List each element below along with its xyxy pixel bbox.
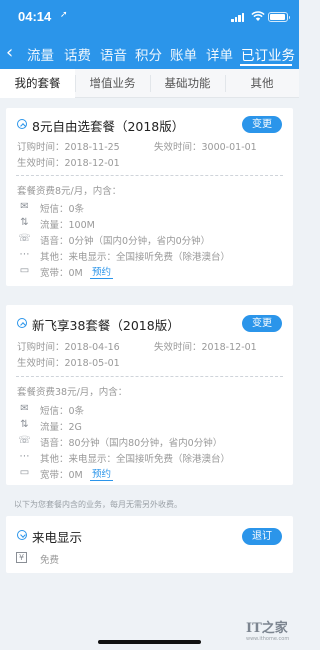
service-title: 来电显示 <box>32 530 83 545</box>
plan-card: 8元自由选套餐（2018版） 变更 订购时间：2018-11-25 失效时间：3… <box>6 108 293 286</box>
other-services: 其他：来电显示：全国接听免费（除港澳台） <box>40 454 231 465</box>
plan-fee: 套餐资费8元/月，内含： <box>17 186 122 197</box>
change-plan-button[interactable]: 变更 <box>242 116 282 133</box>
plan-fee: 套餐资费38元/月，内含： <box>17 387 128 398</box>
sub-tabs: 我的套餐 增值业务 基础功能 其他 <box>0 69 299 98</box>
reserve-link[interactable]: 预约 <box>90 466 114 481</box>
header-bar: 04:14 ➚ ‹ 流量 话费 语音 积分 账单 详单 已订业务 <box>0 0 299 69</box>
tab-my-plan[interactable]: 我的套餐 <box>0 69 75 98</box>
data-icon: ⇅ <box>20 217 29 228</box>
top-nav: ‹ 流量 话费 语音 积分 账单 详单 已订业务 <box>0 40 299 66</box>
battery-icon <box>268 12 290 22</box>
nav-item-subscribed[interactable]: 已订业务 <box>241 44 295 64</box>
status-time: 04:14 <box>18 9 52 24</box>
phone-icon: ☏ <box>18 435 31 446</box>
effective-time: 生效时间：2018-12-01 <box>17 158 120 169</box>
wifi-icon <box>251 11 265 25</box>
unsubscribe-button[interactable]: 退订 <box>242 528 282 545</box>
effective-time: 生效时间：2018-05-01 <box>17 358 120 369</box>
sms-icon: ✉ <box>20 403 29 414</box>
reserve-link[interactable]: 预约 <box>90 264 114 279</box>
nav-item-detail[interactable]: 详单 <box>206 44 233 64</box>
watermark-url: www.ithome.com <box>246 636 290 642</box>
plan-card: 新飞享38套餐（2018版） 变更 订购时间：2018-04-16 失效时间：2… <box>6 305 293 485</box>
change-plan-button[interactable]: 变更 <box>242 315 282 332</box>
nav-item-bill[interactable]: 账单 <box>170 44 197 64</box>
tab-value-added[interactable]: 增值业务 <box>75 69 150 98</box>
data-icon: ⇅ <box>20 419 29 430</box>
plan-title: 8元自由选套餐（2018版） <box>32 119 185 134</box>
included-service-card: 来电显示 退订 ¥ 免费 <box>6 516 293 573</box>
tab-other[interactable]: 其他 <box>225 69 299 98</box>
broadband-quota: 宽带：0M <box>40 268 83 279</box>
included-services-note: 以下为您套餐内含的业务，每月无需另外收费。 <box>14 500 182 509</box>
broadband-quota: 宽带：0M <box>40 470 83 481</box>
nav-item-voice[interactable]: 语音 <box>100 44 127 64</box>
broadband-icon: ▭ <box>19 467 30 478</box>
collapse-icon[interactable] <box>17 119 27 129</box>
back-arrow-icon[interactable]: ‹ <box>6 42 13 63</box>
plan-title: 新飞享38套餐（2018版） <box>32 318 180 333</box>
other-icon: ⋯ <box>19 451 30 462</box>
voice-quota: 语音：80分钟（国内80分钟，省内0分钟） <box>40 438 223 449</box>
data-quota: 流量：100M <box>40 220 95 231</box>
sms-icon: ✉ <box>20 201 29 212</box>
watermark-logo: IT之家 <box>246 621 288 636</box>
sms-quota: 短信：0条 <box>40 204 85 215</box>
signal-icon <box>231 13 245 22</box>
yuan-icon: ¥ <box>16 552 27 563</box>
location-icon: ➚ <box>60 10 68 20</box>
tab-basic-functions[interactable]: 基础功能 <box>150 69 225 98</box>
phone-icon: ☏ <box>18 233 31 244</box>
nav-item-fee[interactable]: 话费 <box>64 44 91 64</box>
active-nav-indicator <box>240 64 292 66</box>
expand-icon[interactable] <box>17 530 27 540</box>
sms-quota: 短信：0条 <box>40 406 85 417</box>
status-bar: 04:14 ➚ <box>0 0 299 36</box>
collapse-icon[interactable] <box>17 318 27 328</box>
broadband-icon: ▭ <box>19 265 30 276</box>
home-indicator[interactable] <box>98 640 201 644</box>
other-services: 其他：来电显示：全国接听免费（除港澳台） <box>40 252 231 263</box>
divider <box>16 376 283 377</box>
order-time: 订购时间：2018-04-16 <box>17 342 120 353</box>
nav-item-traffic[interactable]: 流量 <box>27 44 54 64</box>
expire-time: 失效时间：3000-01-01 <box>154 142 257 153</box>
service-price: 免费 <box>40 555 60 566</box>
other-icon: ⋯ <box>19 249 30 260</box>
data-quota: 流量：2G <box>40 422 82 433</box>
nav-item-points[interactable]: 积分 <box>135 44 162 64</box>
voice-quota: 语音：0分钟（国内0分钟，省内0分钟） <box>40 236 211 247</box>
expire-time: 失效时间：2018-12-01 <box>154 342 257 353</box>
divider <box>16 175 283 176</box>
order-time: 订购时间：2018-11-25 <box>17 142 120 153</box>
